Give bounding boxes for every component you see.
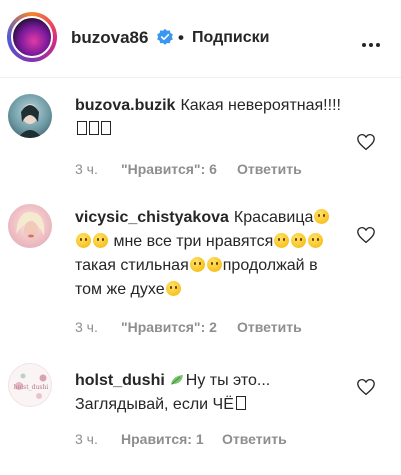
avatar-caption: holst_dushi xyxy=(14,384,49,391)
comment-body-part: такая стильная xyxy=(75,257,189,274)
smile-emoji-icon xyxy=(308,233,324,248)
reply-button[interactable]: Ответить xyxy=(237,161,302,177)
smile-emoji-icon xyxy=(291,233,307,248)
smile-emoji-icon xyxy=(274,233,290,248)
heart-outline-icon[interactable] xyxy=(356,226,376,244)
heart-outline-icon[interactable] xyxy=(356,378,376,396)
author-avatar[interactable] xyxy=(7,12,57,62)
comment-username[interactable]: vicysic_chistyakova xyxy=(75,209,229,226)
smile-emoji-icon xyxy=(93,233,108,248)
more-options-icon[interactable] xyxy=(362,34,383,52)
heart-outline-icon[interactable] xyxy=(356,133,376,151)
comment-text: buzova.buzik Какая невероятная!!!! xyxy=(75,94,345,142)
comment-likes[interactable]: "Нравится": 6 xyxy=(121,161,217,177)
comment-likes[interactable]: Нравится: 1 xyxy=(121,431,204,447)
comment-body-part: Ну ты это... xyxy=(185,372,271,389)
flower-logo-icon: holst_dushi xyxy=(14,373,49,399)
header-separator: • xyxy=(178,28,184,47)
avatar-portrait-icon xyxy=(18,104,42,138)
leaf-emoji-icon xyxy=(170,375,183,385)
comment-text: vicysic_chistyakova Красавица мне все три… xyxy=(75,206,345,302)
comment-likes[interactable]: "Нравится": 2 xyxy=(121,319,217,335)
avatar-portrait-icon xyxy=(16,211,45,239)
commenter-avatar[interactable] xyxy=(8,204,52,248)
smile-emoji-icon xyxy=(189,257,205,272)
smile-emoji-icon xyxy=(165,281,181,296)
smile-emoji-icon xyxy=(314,209,330,224)
comment-time[interactable]: 3 ч. xyxy=(75,431,98,447)
smile-emoji-icon xyxy=(206,257,222,272)
author-username[interactable]: buzova86 xyxy=(71,28,148,48)
comment-item: buzova.buzik Какая невероятная!!!! 3 ч. "… xyxy=(0,78,401,198)
comment-body-part: мне все три нравятся xyxy=(113,233,274,250)
comment-body-part: Заглядывай, если ЧЁ xyxy=(75,396,234,413)
verified-badge-icon xyxy=(157,28,173,45)
reply-button[interactable]: Ответить xyxy=(222,431,287,447)
comment-item: vicysic_chistyakova Красавица мне все три… xyxy=(0,198,401,343)
following-button[interactable]: Подписки xyxy=(192,29,269,47)
author-avatar-photo xyxy=(11,16,53,58)
comment-username[interactable]: buzova.buzik xyxy=(75,97,175,114)
reply-button[interactable]: Ответить xyxy=(237,319,302,335)
comment-time[interactable]: 3 ч. xyxy=(75,161,98,177)
comment-username[interactable]: holst_dushi xyxy=(75,372,165,389)
commenter-avatar[interactable]: holst_dushi xyxy=(8,363,52,407)
commenter-avatar[interactable] xyxy=(8,94,52,138)
comment-text: holst_dushi Ну ты это... Заглядывай, если… xyxy=(75,369,345,417)
smile-emoji-icon xyxy=(76,233,91,248)
comment-item: holst_dushi holst_dushi Ну ты это... Загл… xyxy=(0,343,401,475)
comment-time[interactable]: 3 ч. xyxy=(75,319,98,335)
comment-body: Какая невероятная!!!! xyxy=(180,97,341,114)
comment-body-part: Красавица xyxy=(233,209,314,226)
post-header: buzova86 • Подписки xyxy=(0,0,401,78)
